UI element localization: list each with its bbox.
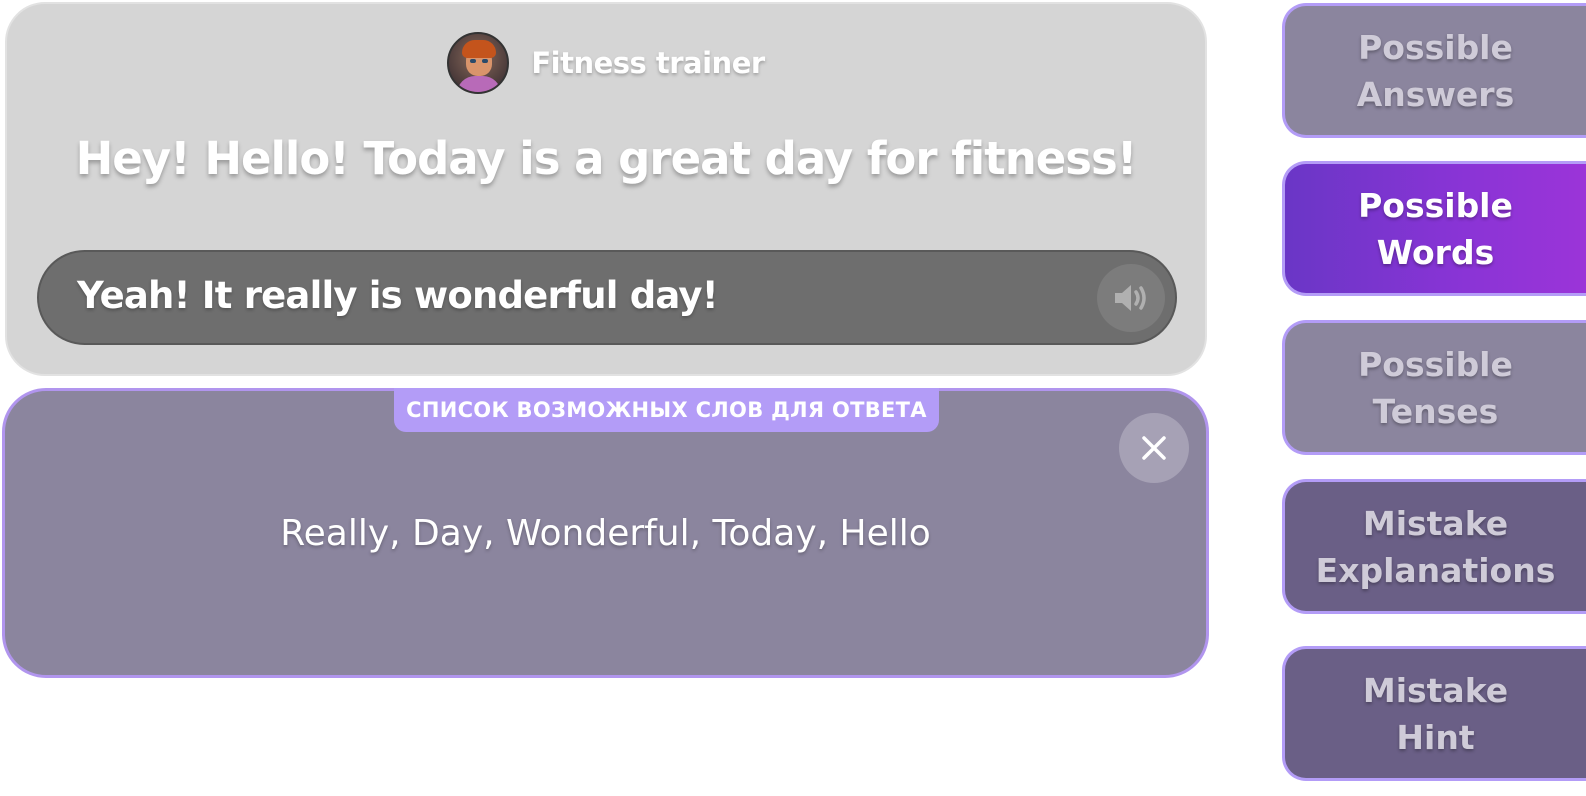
possible-words-panel: СПИСОК ВОЗМОЖНЫХ СЛОВ ДЛЯ ОТВЕТА Really,… (2, 388, 1209, 678)
possible-answers-line1: Possible (1358, 27, 1513, 67)
possible-words-list: Really, Day, Wonderful, Today, Hello (280, 513, 931, 554)
mistake-explanations-button[interactable]: Mistake Explanations (1282, 479, 1586, 614)
speaker-header: Fitness trainer (7, 32, 1205, 94)
dialog-card: Fitness trainer Hey! Hello! Today is a g… (5, 2, 1207, 376)
mistake-explanations-line1: Mistake (1362, 503, 1509, 543)
possible-tenses-line1: Possible (1358, 344, 1513, 384)
app-stage: Fitness trainer Hey! Hello! Today is a g… (0, 0, 1586, 796)
possible-answers-line2: Answers (1356, 74, 1515, 114)
close-panel-button[interactable] (1119, 413, 1189, 483)
speaker-icon (1115, 285, 1146, 311)
mistake-hint-line1: Mistake (1362, 670, 1509, 710)
possible-words-line2: Words (1376, 232, 1495, 272)
answer-bar: Yeah! It really is wonderful day! (37, 250, 1177, 345)
possible-tenses-line2: Tenses (1372, 391, 1499, 431)
play-audio-button[interactable] (1097, 264, 1165, 332)
mistake-hint-button[interactable]: Mistake Hint (1282, 646, 1586, 781)
speaker-name: Fitness trainer (531, 46, 765, 80)
answer-text: Yeah! It really is wonderful day! (77, 274, 719, 317)
possible-tenses-button[interactable]: Possible Tenses (1282, 320, 1586, 455)
mistake-hint-line2: Hint (1396, 717, 1475, 757)
panel-tab-label: СПИСОК ВОЗМОЖНЫХ СЛОВ ДЛЯ ОТВЕТА (394, 388, 939, 432)
mistake-explanations-line2: Explanations (1315, 550, 1556, 590)
possible-words-line1: Possible (1358, 185, 1513, 225)
question-text: Hey! Hello! Today is a great day for fit… (75, 132, 1138, 185)
close-icon (1142, 436, 1166, 460)
avatar (447, 32, 510, 94)
possible-words-button[interactable]: Possible Words (1282, 161, 1586, 296)
possible-answers-button[interactable]: Possible Answers (1282, 3, 1586, 138)
